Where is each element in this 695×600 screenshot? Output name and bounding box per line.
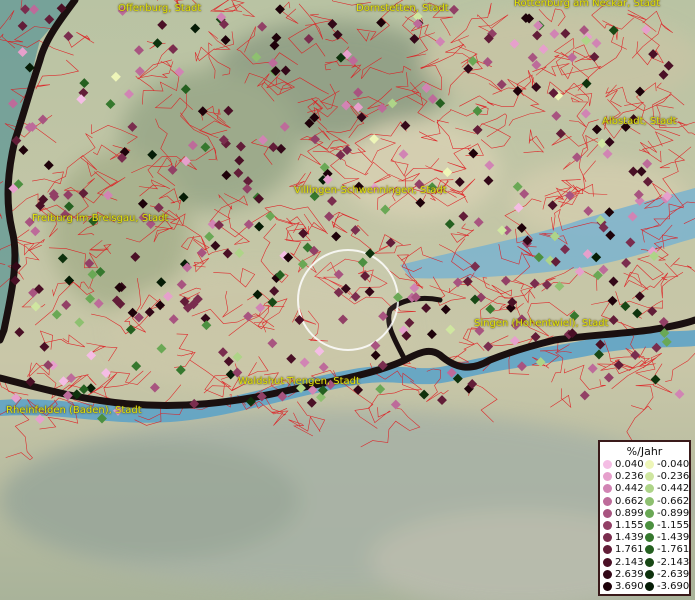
legend-label: 1.439 [615,532,644,544]
city-label-dornstetten: Dornstetten, Stadt [356,3,449,14]
legend-swatch [603,582,612,591]
legend-label: -0.442 [657,483,690,495]
city-label-albstadt: Albstadt, Stadt [602,116,677,127]
legend-swatch [603,508,612,518]
legend-swatch [645,484,654,494]
legend-swatch [645,545,654,555]
legend-swatch [645,508,654,518]
legend-label: -0.236 [657,471,690,483]
selection-circle[interactable] [297,249,399,351]
legend-label: 0.899 [615,507,644,519]
legend-swatch [603,545,612,555]
legend-label: -0.899 [657,507,690,519]
legend-label: 0.442 [615,483,644,495]
legend-label: 1.761 [615,544,644,556]
legend-swatch [645,569,654,579]
legend-label: -1.439 [657,532,690,544]
legend: %/Jahr 0.040 -0.040 0.236 -0.236 0.442 -0.442… [598,440,691,596]
legend-swatch [645,496,654,506]
legend-label: -0.662 [657,495,690,507]
legend-swatch [645,521,654,530]
legend-swatch [645,533,654,543]
legend-swatch [603,460,612,469]
legend-label: -2.143 [657,556,690,568]
legend-label: -1.155 [657,520,690,531]
city-label-rheinfelden: Rheinfelden (Baden), Stadt [6,405,142,416]
city-label-rottenburg: Rottenburg am Neckar, Stadt [514,0,661,9]
city-label-freiburg: Freiburg im Breisgau, Stadt [32,213,169,224]
legend-swatch [645,582,654,591]
legend-swatch [603,569,612,579]
legend-label: 2.639 [615,568,644,580]
legend-label: 0.662 [615,495,644,507]
legend-title: %/Jahr [626,445,663,458]
legend-swatch [603,557,612,567]
legend-label: -3.690 [657,581,690,592]
legend-label: 2.143 [615,556,644,568]
city-label-waldshut: Waldshut-Tiengen, Stadt [238,376,360,387]
city-label-offenburg: Offenburg, Stadt [118,3,202,14]
legend-label: 3.690 [615,581,644,592]
legend-swatch [603,521,612,530]
city-label-singen: Singen (Hohentwiel), Stadt [474,318,609,329]
legend-swatch [603,484,612,494]
legend-label: 1.155 [615,520,644,531]
legend-swatch [603,496,612,506]
legend-label: 0.040 [615,459,644,470]
legend-swatch [645,557,654,567]
legend-swatch [603,533,612,543]
legend-swatch [645,460,654,469]
legend-label: -0.040 [657,459,690,470]
legend-label: -1.761 [657,544,690,556]
legend-swatch [645,472,654,482]
city-label-villingen: Villingen-Schwenningen, Stadt [294,185,447,196]
legend-label: -2.639 [657,568,690,580]
map-canvas[interactable] [0,0,695,600]
legend-label: 0.236 [615,471,644,483]
legend-swatch [603,472,612,482]
